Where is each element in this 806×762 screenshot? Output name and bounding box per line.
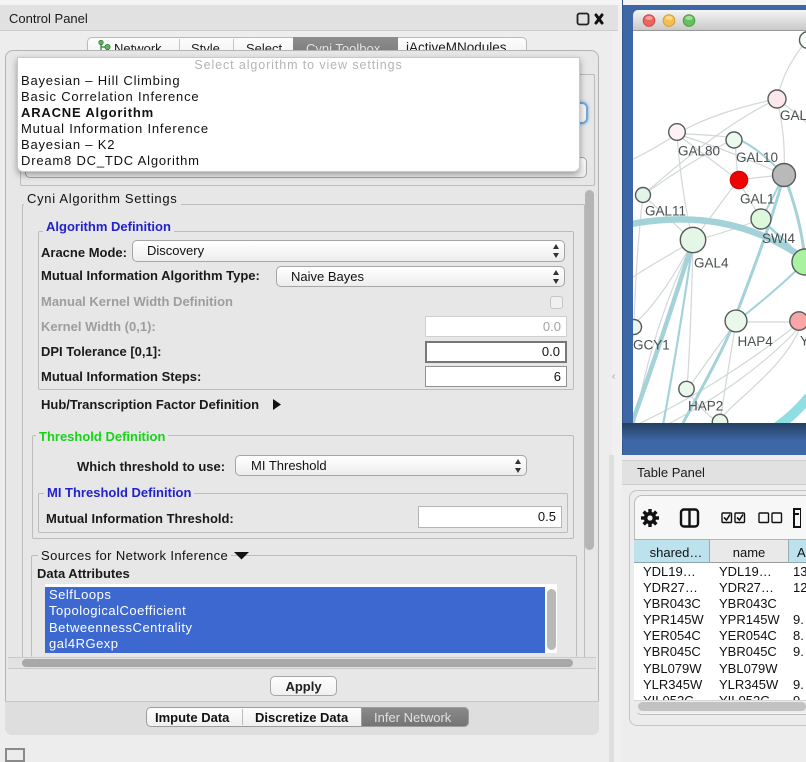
svg-text:Y: Y [800, 334, 806, 349]
svg-text:GAL80: GAL80 [678, 144, 720, 159]
svg-text:HAP4: HAP4 [738, 334, 774, 349]
svg-text:GAL10: GAL10 [736, 150, 778, 165]
svg-text:GAL4: GAL4 [694, 256, 729, 271]
svg-text:GAL1: GAL1 [740, 192, 775, 207]
svg-text:HAP2: HAP2 [688, 399, 723, 414]
svg-text:SWI4: SWI4 [762, 231, 795, 246]
svg-text:GCY1: GCY1 [633, 338, 670, 353]
svg-text:GAL7: GAL7 [780, 108, 806, 123]
svg-text:GAL11: GAL11 [645, 204, 686, 219]
